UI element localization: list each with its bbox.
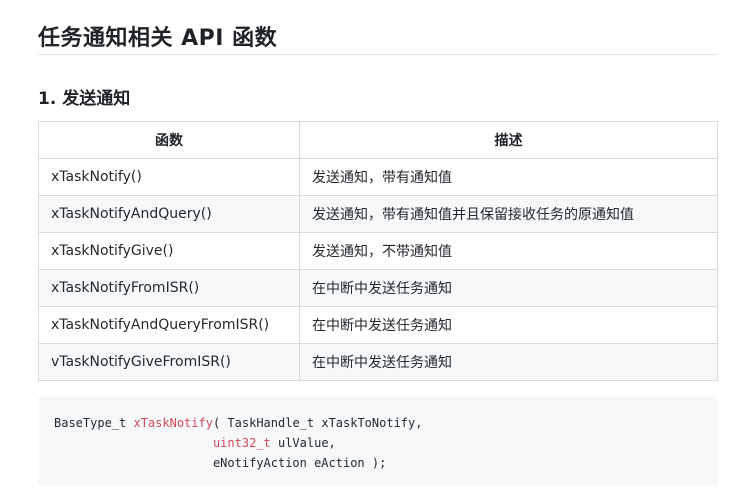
code-line2-indent — [54, 436, 213, 450]
function-cell: xTaskNotifyGive() — [38, 232, 300, 270]
function-cell: xTaskNotifyAndQuery() — [38, 195, 300, 233]
function-cell: xTaskNotifyFromISR() — [38, 269, 300, 307]
code-function-name: xTaskNotify — [133, 416, 213, 430]
function-cell: xTaskNotifyAndQueryFromISR() — [38, 306, 300, 344]
table-row: xTaskNotifyAndQuery() 发送通知，带有通知值并且保留接收任务… — [38, 195, 719, 233]
description-cell: 在中断中发送任务通知 — [298, 343, 719, 381]
section-heading: 1. 发送通知 — [38, 89, 131, 109]
code-return-type: BaseType_t — [54, 416, 127, 430]
table-row: xTaskNotifyFromISR() 在中断中发送任务通知 — [38, 269, 719, 307]
code-line3: eNotifyAction eAction ); — [54, 456, 387, 470]
description-cell: 在中断中发送任务通知 — [298, 269, 719, 307]
table-row: vTaskNotifyGiveFromISR() 在中断中发送任务通知 — [38, 343, 719, 381]
function-cell: xTaskNotify() — [38, 158, 300, 196]
description-cell: 在中断中发送任务通知 — [298, 306, 719, 344]
table-header-row: 函数 描述 — [38, 121, 719, 159]
table-row: xTaskNotify() 发送通知，带有通知值 — [38, 158, 719, 196]
table-row: xTaskNotifyGive() 发送通知，不带通知值 — [38, 232, 719, 270]
header-function: 函数 — [38, 121, 300, 159]
description-cell: 发送通知，不带通知值 — [298, 232, 719, 270]
description-cell: 发送通知，带有通知值 — [298, 158, 719, 196]
header-description: 描述 — [298, 121, 719, 159]
table-row: xTaskNotifyAndQueryFromISR() 在中断中发送任务通知 — [38, 306, 719, 344]
document-page: 任务通知相关 API 函数 1. 发送通知 函数 描述 xTaskNotify(… — [0, 0, 742, 494]
code-block: BaseType_t xTaskNotify( TaskHandle_t xTa… — [38, 397, 718, 485]
code-line2-params: ulValue, — [270, 436, 336, 450]
page-title: 任务通知相关 API 函数 — [38, 26, 278, 51]
code-param-type: uint32_t — [212, 436, 271, 450]
description-cell: 发送通知，带有通知值并且保留接收任务的原通知值 — [298, 195, 719, 233]
api-table: 函数 描述 xTaskNotify() 发送通知，带有通知值 xTaskNoti… — [38, 121, 719, 381]
code-line1-params: ( TaskHandle_t xTaskToNotify, — [212, 416, 423, 430]
function-cell: vTaskNotifyGiveFromISR() — [38, 343, 300, 381]
title-divider — [38, 54, 718, 55]
